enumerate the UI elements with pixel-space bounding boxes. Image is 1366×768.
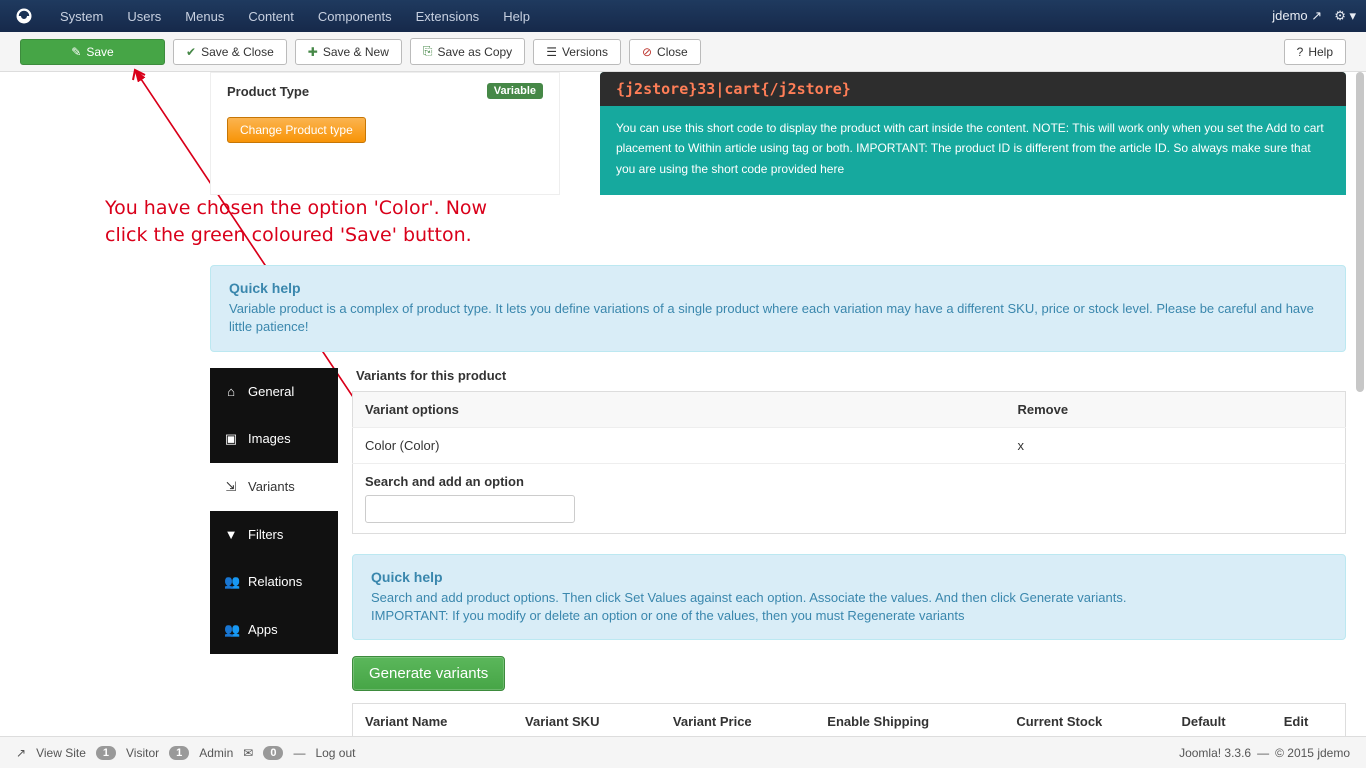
product-type-panel: Product Type Variable Change Product typ…: [210, 72, 560, 195]
generate-variants-button[interactable]: Generate variants: [352, 656, 505, 691]
user-link[interactable]: jdemo ↗: [1272, 8, 1322, 24]
quick-help-title: Quick help: [229, 280, 1327, 296]
col-variant-price: Variant Price: [661, 703, 815, 736]
variants-heading: Variants for this product: [352, 368, 1346, 383]
dash-separator: —: [1257, 746, 1269, 760]
col-remove: Remove: [1006, 391, 1346, 427]
message-count-badge: 0: [263, 746, 283, 760]
save-copy-button[interactable]: ⎘Save as Copy: [410, 38, 525, 65]
content-area: Product Type Variable Change Product typ…: [0, 72, 1366, 736]
save-close-button[interactable]: ✔Save & Close: [173, 39, 287, 65]
pencil-icon: ✎: [71, 45, 81, 59]
search-option-input[interactable]: [365, 495, 575, 523]
admin-count-badge: 1: [169, 746, 189, 760]
status-bar: ↗ View Site 1 Visitor 1 Admin ✉ 0 — Log …: [0, 736, 1366, 768]
remove-option-link[interactable]: x: [1018, 438, 1025, 453]
menu-extensions[interactable]: Extensions: [404, 1, 492, 32]
external-icon: ↗: [16, 746, 26, 760]
external-icon: ↗: [1311, 8, 1322, 23]
tab-images[interactable]: ▣Images: [210, 415, 338, 463]
menu-users[interactable]: Users: [115, 1, 173, 32]
save-button[interactable]: ✎Save: [20, 39, 165, 65]
col-edit: Edit: [1272, 703, 1346, 736]
tab-general[interactable]: ⌂General: [210, 368, 338, 415]
tab-variants[interactable]: ⇲Variants: [210, 463, 338, 511]
visitor-count-badge: 1: [96, 746, 116, 760]
tab-filters[interactable]: ▼Filters: [210, 511, 338, 558]
tab-apps[interactable]: 👥Apps: [210, 606, 338, 654]
variant-option-name: Color (Color): [353, 427, 1006, 463]
col-variant-sku: Variant SKU: [513, 703, 661, 736]
menu-system[interactable]: System: [48, 1, 115, 32]
filter-icon: ▼: [224, 527, 238, 542]
image-icon: ▣: [224, 431, 238, 447]
variant-option-row: Color (Color) x: [353, 427, 1346, 463]
quick-help-body-2a: Search and add product options. Then cli…: [371, 589, 1327, 607]
side-tabs: ⌂General ▣Images ⇲Variants ▼Filters 👥Rel…: [210, 368, 338, 736]
product-type-badge: Variable: [487, 83, 543, 99]
sitemap-icon: ⇲: [224, 479, 238, 495]
menu-help[interactable]: Help: [491, 1, 542, 32]
apps-icon: 👥: [224, 622, 238, 638]
settings-gear-icon[interactable]: ⚙ ▾: [1334, 8, 1356, 24]
copy-icon: ⎘: [423, 44, 433, 59]
joomla-version: Joomla! 3.3.6: [1179, 746, 1251, 760]
top-menu: System Users Menus Content Components Ex…: [48, 1, 542, 32]
home-icon: ⌂: [224, 384, 238, 399]
cancel-icon: ⊘: [642, 45, 652, 59]
copyright: © 2015 jdemo: [1275, 746, 1350, 760]
admin-link[interactable]: Admin: [199, 746, 233, 760]
save-new-button[interactable]: ✚Save & New: [295, 39, 402, 65]
menu-menus[interactable]: Menus: [173, 1, 236, 32]
col-variant-options: Variant options: [353, 391, 1006, 427]
action-toolbar: ✎Save ✔Save & Close ✚Save & New ⎘Save as…: [0, 32, 1366, 72]
quick-help-body-2b: IMPORTANT: If you modify or delete an op…: [371, 607, 1327, 625]
close-button[interactable]: ⊘Close: [629, 39, 701, 65]
question-icon: ?: [1297, 45, 1304, 59]
shortcode-panel: {j2store}33|cart{/j2store} You can use t…: [600, 72, 1346, 195]
col-current-stock: Current Stock: [1004, 703, 1169, 736]
check-icon: ✔: [186, 45, 196, 59]
col-default: Default: [1170, 703, 1272, 736]
versions-button[interactable]: ☰Versions: [533, 39, 621, 65]
mail-icon: ✉: [243, 746, 253, 760]
scrollbar[interactable]: [1356, 72, 1364, 734]
tab-relations[interactable]: 👥Relations: [210, 558, 338, 606]
product-type-label: Product Type: [227, 84, 309, 99]
quick-help-top: Quick help Variable product is a complex…: [210, 265, 1346, 351]
joomla-logo-icon[interactable]: [10, 2, 38, 30]
menu-content[interactable]: Content: [236, 1, 306, 32]
menu-components[interactable]: Components: [306, 1, 404, 32]
dash-separator: —: [293, 746, 305, 760]
logout-link[interactable]: Log out: [315, 746, 355, 760]
view-site-link[interactable]: View Site: [36, 746, 86, 760]
group-icon: 👥: [224, 574, 238, 590]
quick-help-title-2: Quick help: [371, 569, 1327, 585]
plus-icon: ✚: [308, 45, 318, 59]
quick-help-body: Variable product is a complex of product…: [229, 300, 1327, 336]
stack-icon: ☰: [546, 45, 557, 59]
shortcode-text: {j2store}33|cart{/j2store}: [600, 72, 1346, 106]
variants-list-table: Variant Name Variant SKU Variant Price E…: [352, 703, 1346, 736]
top-navbar: System Users Menus Content Components Ex…: [0, 0, 1366, 32]
col-enable-shipping: Enable Shipping: [815, 703, 1004, 736]
col-variant-name: Variant Name: [353, 703, 514, 736]
quick-help-bottom: Quick help Search and add product option…: [352, 554, 1346, 640]
shortcode-description: You can use this short code to display t…: [600, 106, 1346, 195]
variants-panel: Variants for this product Variant option…: [338, 368, 1346, 736]
visitor-link[interactable]: Visitor: [126, 746, 159, 760]
variant-options-table: Variant options Remove Color (Color) x: [352, 391, 1346, 464]
search-option-label: Search and add an option: [365, 474, 1333, 489]
change-product-type-button[interactable]: Change Product type: [227, 117, 366, 143]
help-button[interactable]: ?Help: [1284, 39, 1346, 65]
